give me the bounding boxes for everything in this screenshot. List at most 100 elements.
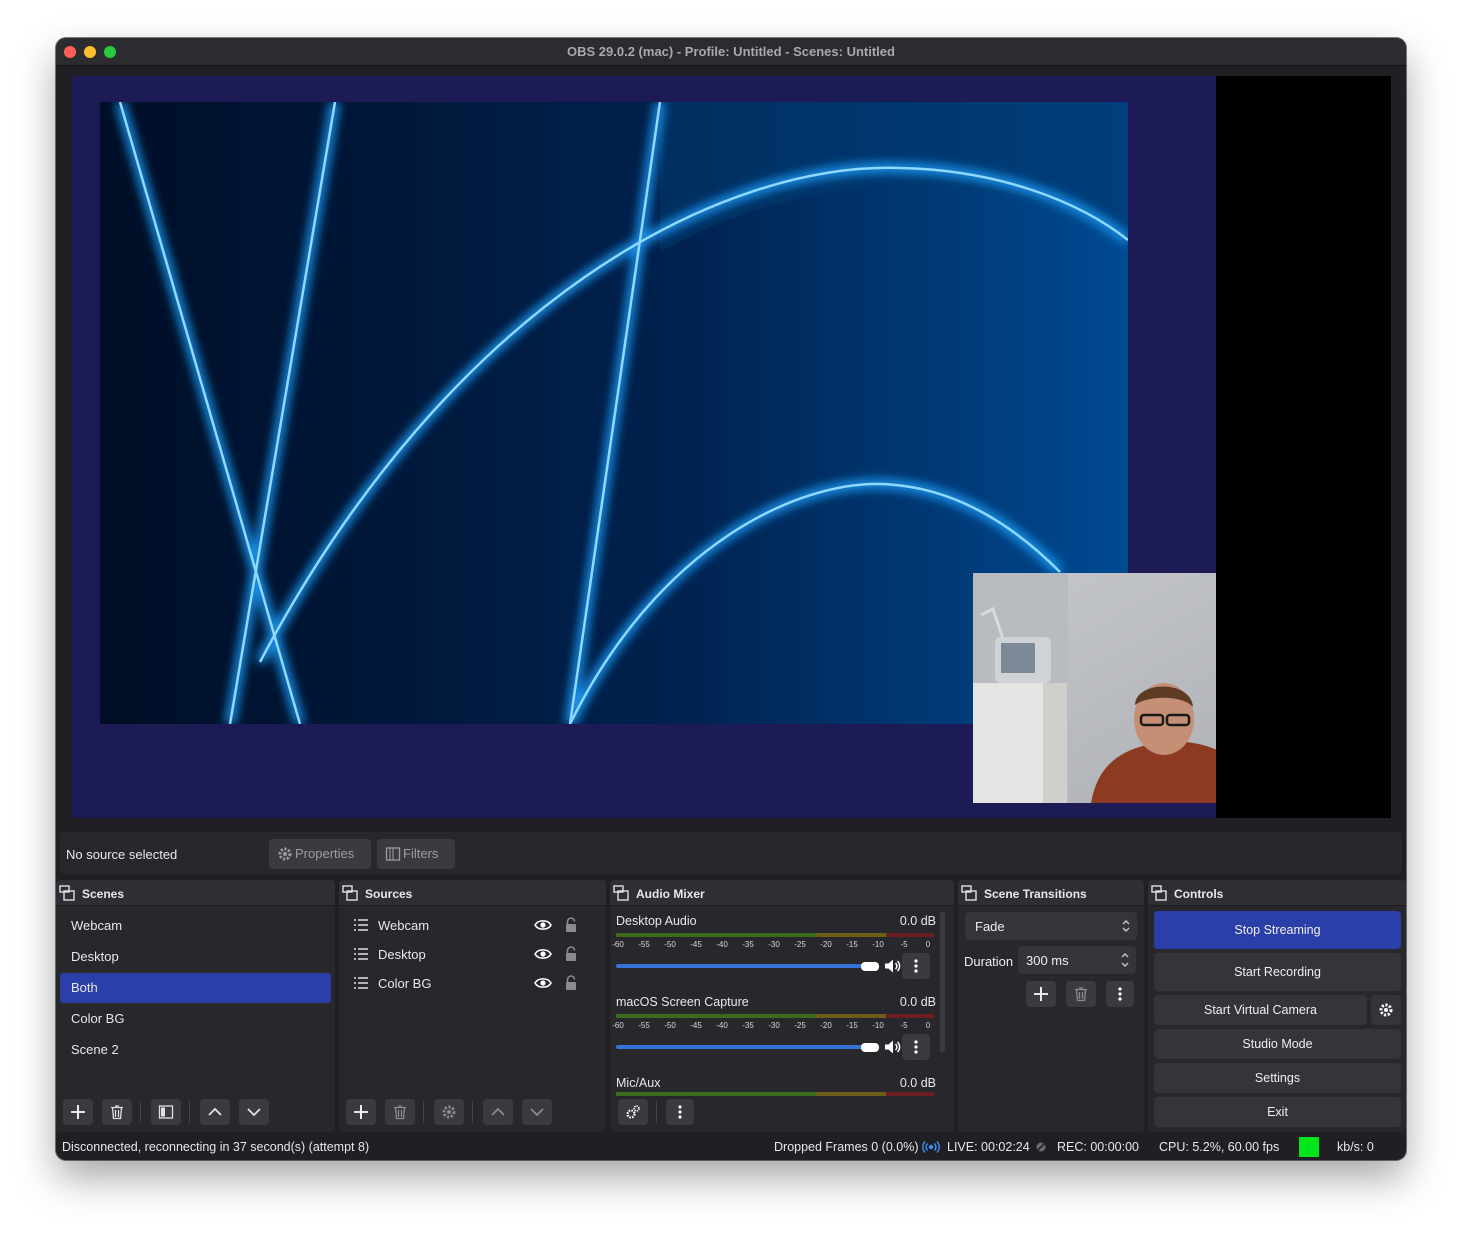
scene-item-color-bg[interactable]: Color BG: [60, 1004, 331, 1034]
source-properties-button[interactable]: [434, 1099, 464, 1125]
channel-volume-db: 0.0 dB: [899, 995, 936, 1009]
remove-scene-button[interactable]: [102, 1099, 132, 1125]
plus-icon: [71, 1105, 85, 1119]
eye-icon[interactable]: [534, 918, 552, 932]
source-item-desktop[interactable]: Desktop: [345, 940, 599, 968]
record-off-icon: [1035, 1141, 1047, 1153]
scene-item-scene-2[interactable]: Scene 2: [60, 1035, 331, 1065]
stepper-arrows-icon[interactable]: [1120, 951, 1130, 969]
chevron-up-icon: [491, 1107, 505, 1116]
lock-icon[interactable]: [564, 946, 578, 962]
channel-menu-button[interactable]: [902, 1034, 930, 1060]
gear-icon: [442, 1105, 456, 1119]
dock-undock-icon[interactable]: [342, 885, 358, 901]
scene-filters-button[interactable]: [151, 1099, 181, 1125]
dock-undock-icon[interactable]: [613, 885, 629, 901]
meter-scale: -60 -55 -50 -45 -40 -35 -30 -25 -20 -15 -10 -5 0: [612, 940, 931, 949]
filter-icon: [158, 1105, 174, 1119]
dock-undock-icon[interactable]: [59, 885, 75, 901]
stop-streaming-button[interactable]: Stop Streaming: [1154, 911, 1401, 949]
remove-source-button[interactable]: [385, 1099, 415, 1125]
connection-status: Disconnected, reconnecting in 37 second(…: [62, 1140, 370, 1154]
virtual-camera-settings-button[interactable]: [1371, 995, 1401, 1025]
toolbar-divider: [189, 1101, 190, 1123]
title-bar: OBS 29.0.2 (mac) - Profile: Untitled - S…: [56, 38, 1406, 66]
filter-icon: [385, 847, 401, 861]
zoom-window-button[interactable]: [104, 46, 116, 58]
trash-icon: [1075, 987, 1087, 1002]
studio-mode-button[interactable]: Studio Mode: [1154, 1029, 1401, 1059]
volume-slider[interactable]: [616, 1045, 878, 1049]
scene-item-webcam[interactable]: Webcam: [60, 911, 331, 941]
rec-timer: REC: 00:00:00: [1057, 1140, 1139, 1154]
properties-button[interactable]: Properties: [269, 839, 371, 869]
controls-dock-header: Controls: [1148, 880, 1406, 906]
eye-icon[interactable]: [534, 947, 552, 961]
volume-slider-handle[interactable]: [861, 1043, 879, 1052]
meter-scale: -60 -55 -50 -45 -40 -35 -30 -25 -20 -15 -10 -5 0: [612, 1021, 931, 1030]
audio-mixer-dock: Audio Mixer Desktop Audio 0.0 dB -60 -55-…: [610, 880, 954, 1132]
remove-transition-button[interactable]: [1066, 981, 1096, 1007]
channel-name: Mic/Aux: [616, 1076, 661, 1090]
lock-icon[interactable]: [564, 975, 578, 991]
list-icon: [354, 977, 368, 989]
advanced-audio-properties-button[interactable]: [618, 1099, 648, 1125]
source-item-webcam[interactable]: Webcam: [345, 911, 599, 939]
transition-select[interactable]: Fade: [965, 912, 1137, 940]
toolbar-divider: [472, 1101, 473, 1123]
close-window-button[interactable]: [64, 46, 76, 58]
toolbar-divider: [140, 1101, 141, 1123]
eye-icon[interactable]: [534, 976, 552, 990]
dock-undock-icon[interactable]: [961, 885, 977, 901]
toolbar-divider: [423, 1101, 424, 1123]
toolbar-divider: [656, 1101, 657, 1123]
window-title: OBS 29.0.2 (mac) - Profile: Untitled - S…: [567, 44, 895, 59]
trash-icon: [394, 1105, 406, 1120]
plus-icon: [1034, 987, 1048, 1001]
controls-dock: Controls Stop Streaming Start Recording …: [1148, 880, 1406, 1132]
speaker-icon[interactable]: [884, 958, 902, 974]
more-vertical-icon: [1118, 987, 1122, 1001]
source-item-color-bg[interactable]: Color BG: [345, 969, 599, 997]
channel-name: Desktop Audio: [616, 914, 697, 928]
volume-slider-handle[interactable]: [861, 962, 879, 971]
plus-icon: [354, 1105, 368, 1119]
chevron-down-icon: [530, 1108, 544, 1117]
lock-icon[interactable]: [564, 917, 578, 933]
duration-stepper[interactable]: 300 ms: [1018, 946, 1136, 974]
minimize-window-button[interactable]: [84, 46, 96, 58]
volume-slider[interactable]: [616, 964, 878, 968]
mixer-menu-button[interactable]: [666, 1099, 694, 1125]
scenes-dock: Scenes Webcam Desktop Both Color BG Scen…: [56, 880, 335, 1132]
move-scene-down-button[interactable]: [239, 1099, 269, 1125]
sources-dock: Sources Webcam Desktop Color BG: [339, 880, 606, 1132]
start-virtual-camera-button[interactable]: Start Virtual Camera: [1154, 995, 1367, 1025]
move-source-down-button[interactable]: [522, 1099, 552, 1125]
channel-menu-button[interactable]: [902, 953, 930, 979]
dock-undock-icon[interactable]: [1151, 885, 1167, 901]
filters-button[interactable]: Filters: [377, 839, 455, 869]
speaker-icon[interactable]: [884, 1039, 902, 1055]
scene-item-desktop[interactable]: Desktop: [60, 942, 331, 972]
preview-black-area: [1216, 76, 1391, 818]
transition-menu-button[interactable]: [1106, 981, 1134, 1007]
scene-item-both[interactable]: Both: [60, 973, 331, 1003]
channel-volume-db: 0.0 dB: [899, 1076, 936, 1090]
more-vertical-icon: [914, 959, 918, 973]
preview-canvas[interactable]: [72, 76, 1216, 818]
obs-window: OBS 29.0.2 (mac) - Profile: Untitled - S…: [56, 38, 1406, 1160]
move-scene-up-button[interactable]: [200, 1099, 230, 1125]
settings-button[interactable]: Settings: [1154, 1063, 1401, 1093]
exit-button[interactable]: Exit: [1154, 1097, 1401, 1127]
scene-transitions-dock-header: Scene Transitions: [958, 880, 1144, 906]
add-transition-button[interactable]: [1026, 981, 1056, 1007]
move-source-up-button[interactable]: [483, 1099, 513, 1125]
chevron-down-icon: [247, 1108, 261, 1117]
add-source-button[interactable]: [346, 1099, 376, 1125]
add-scene-button[interactable]: [63, 1099, 93, 1125]
start-recording-button[interactable]: Start Recording: [1154, 953, 1401, 991]
webcam-video-image: [973, 573, 1216, 803]
scene-transitions-dock: Scene Transitions Fade Duration 300 ms: [958, 880, 1144, 1132]
bitrate: kb/s: 0: [1337, 1140, 1374, 1154]
mixer-scrollbar[interactable]: [940, 912, 945, 1052]
